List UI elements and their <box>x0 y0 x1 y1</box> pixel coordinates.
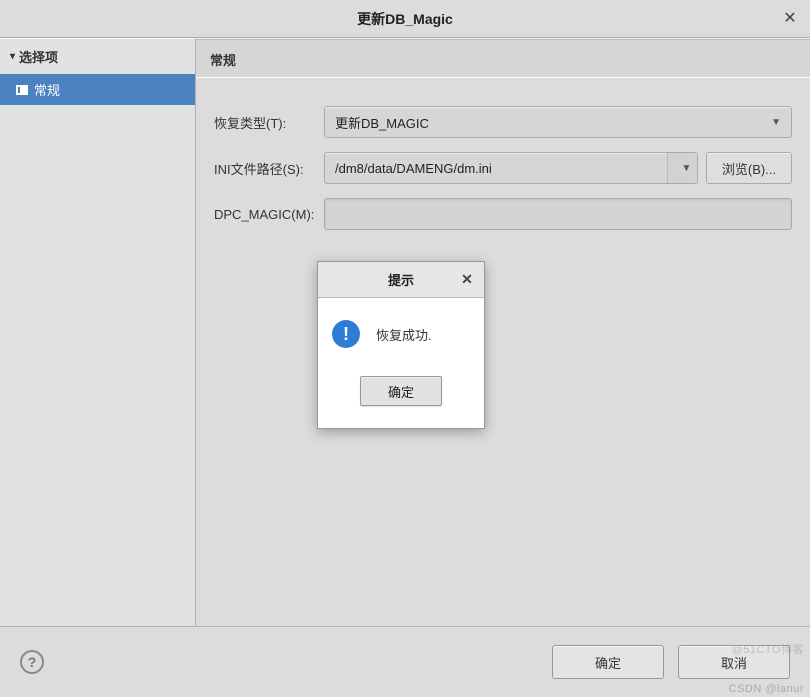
row-dpc-magic: DPC_MAGIC(M): <box>214 198 792 230</box>
close-icon[interactable]: ✕ <box>780 8 800 28</box>
sidebar: ▾ 选择项 常规 <box>0 38 196 626</box>
recover-type-dropdown[interactable]: 更新DB_MAGIC ▼ <box>324 106 792 138</box>
ok-button[interactable]: 确定 <box>552 645 664 679</box>
dpc-magic-input <box>324 198 792 230</box>
label-dpc-magic: DPC_MAGIC(M): <box>214 207 324 222</box>
footer-bar: ? 确定 取消 <box>0 626 810 697</box>
alert-dialog: 提示 ✕ ! 恢复成功. 确定 <box>317 261 485 429</box>
dialog-message: 恢复成功. <box>376 325 432 344</box>
dialog-ok-label: 确定 <box>388 382 414 401</box>
ini-path-dropdown-button[interactable]: ▼ <box>667 153 697 183</box>
label-ini-path: INI文件路径(S): <box>214 159 324 178</box>
label-recover-type: 恢复类型(T): <box>214 113 324 132</box>
content-header: 常规 <box>196 39 810 78</box>
cancel-button-label: 取消 <box>721 653 747 672</box>
window-title: 更新DB_Magic <box>357 9 453 29</box>
close-icon[interactable]: ✕ <box>458 270 476 288</box>
page-icon <box>16 85 28 95</box>
info-icon: ! <box>332 320 360 348</box>
content-body: 恢复类型(T): 更新DB_MAGIC ▼ INI文件路径(S): /dm8/d… <box>196 78 810 626</box>
ini-path-value: /dm8/data/DAMENG/dm.ini <box>335 161 667 176</box>
sidebar-item-general[interactable]: 常规 <box>0 74 195 105</box>
row-ini-path: INI文件路径(S): /dm8/data/DAMENG/dm.ini ▼ 浏览… <box>214 152 792 184</box>
window-title-bar: 更新DB_Magic ✕ <box>0 0 810 38</box>
dialog-ok-button[interactable]: 确定 <box>360 376 442 406</box>
content-panel: 常规 恢复类型(T): 更新DB_MAGIC ▼ INI文件路径(S): /dm… <box>196 38 810 626</box>
cancel-button[interactable]: 取消 <box>678 645 790 679</box>
help-icon[interactable]: ? <box>20 650 44 674</box>
sidebar-header[interactable]: ▾ 选择项 <box>0 39 195 74</box>
dialog-title: 提示 <box>388 270 414 289</box>
ok-button-label: 确定 <box>595 653 621 672</box>
sidebar-item-label: 常规 <box>34 80 60 99</box>
dialog-body: ! 恢复成功. <box>318 298 484 366</box>
sidebar-header-label: 选择项 <box>19 47 58 66</box>
chevron-down-icon: ▼ <box>682 163 692 174</box>
dialog-title-bar: 提示 ✕ <box>318 262 484 298</box>
browse-button-label: 浏览(B)... <box>722 159 776 178</box>
ini-path-combo[interactable]: /dm8/data/DAMENG/dm.ini ▼ <box>324 152 698 184</box>
dialog-footer: 确定 <box>318 366 484 428</box>
chevron-down-icon: ▾ <box>10 51 15 62</box>
row-recover-type: 恢复类型(T): 更新DB_MAGIC ▼ <box>214 106 792 138</box>
recover-type-value: 更新DB_MAGIC <box>335 113 763 132</box>
chevron-down-icon: ▼ <box>771 117 781 128</box>
browse-button[interactable]: 浏览(B)... <box>706 152 792 184</box>
